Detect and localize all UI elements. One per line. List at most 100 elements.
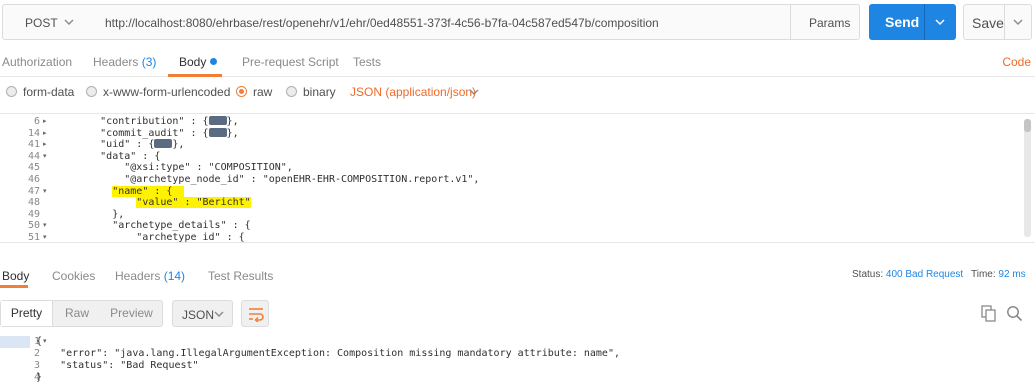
editor-line-number: 45 xyxy=(27,162,40,174)
pretty-button[interactable]: Pretty xyxy=(1,301,53,326)
chevron-down-icon[interactable] xyxy=(933,15,947,29)
editor-code-line: "@xsi:type" : "COMPOSITION", xyxy=(52,162,293,174)
wrap-lines-button[interactable] xyxy=(241,300,269,327)
request-tabs: Authorization Headers (3) Body Pre-reque… xyxy=(0,47,1035,77)
time-label: Time: xyxy=(971,269,996,280)
response-line-number: 2 xyxy=(33,348,40,359)
editor-code-line: "contribution" : {}, xyxy=(52,116,239,127)
scrollbar-thumb[interactable] xyxy=(1024,119,1031,132)
method-label: POST xyxy=(25,16,58,30)
response-code-line: "status": "Bad Request" xyxy=(36,360,199,371)
tab-cookies[interactable]: Cookies xyxy=(52,269,95,283)
fold-toggle-icon[interactable]: ▸ xyxy=(43,116,47,128)
fold-toggle-icon[interactable]: ▾ xyxy=(43,186,47,198)
editor-code-line: "archetype_id" : { xyxy=(52,232,245,243)
search-icon[interactable] xyxy=(1006,305,1023,322)
response-body-viewer[interactable]: 1 ▾{2 "error": "java.lang.IllegalArgument… xyxy=(0,336,1035,388)
time-value: 92 ms xyxy=(998,269,1026,280)
radio-circle-icon xyxy=(6,86,17,97)
response-code-line: "error": "java.lang.IllegalArgumentExcep… xyxy=(36,348,620,359)
response-format-select[interactable]: JSON xyxy=(172,300,233,327)
preview-button[interactable]: Preview xyxy=(101,301,162,326)
radio-form-data[interactable]: form-data xyxy=(6,85,74,99)
radio-circle-icon xyxy=(286,86,297,97)
radio-urlencoded[interactable]: x-www-form-urlencoded xyxy=(86,85,230,99)
wrap-lines-icon xyxy=(249,308,264,322)
body-mode-row: form-data x-www-form-urlencoded raw bina… xyxy=(0,82,1035,104)
editor-line-number: 46 xyxy=(27,174,40,185)
tab-pre-request-script[interactable]: Pre-request Script xyxy=(242,55,339,69)
code-link[interactable]: Code xyxy=(1002,55,1031,69)
raw-button[interactable]: Raw xyxy=(53,301,101,326)
editor-line-number: 41 xyxy=(27,139,40,151)
radio-binary-label: binary xyxy=(303,85,336,99)
radio-raw-label: raw xyxy=(253,85,273,99)
response-line-number: 1 xyxy=(33,336,40,347)
response-line-number: 4 xyxy=(33,372,40,383)
params-button[interactable]: Params xyxy=(790,4,860,40)
status-readout: Status: 400 Bad Request xyxy=(852,269,963,280)
radio-binary[interactable]: binary xyxy=(286,85,336,99)
url-input[interactable]: http://localhost:8080/ehrbase/rest/opene… xyxy=(94,4,791,40)
active-response-tab-indicator xyxy=(0,285,28,288)
editor-line-number: 48 xyxy=(27,197,40,209)
radio-raw[interactable]: raw xyxy=(236,85,272,99)
response-tabs: Body Cookies Headers (14) Test Results S… xyxy=(0,263,1035,288)
editor-line-number: 50 xyxy=(27,220,40,232)
fold-toggle-icon[interactable]: ▸ xyxy=(43,128,47,140)
tab-authorization[interactable]: Authorization xyxy=(2,55,72,69)
content-type-label: JSON (application/json) xyxy=(350,85,477,99)
fold-toggle-icon[interactable]: ▾ xyxy=(43,151,47,163)
tab-response-headers[interactable]: Headers (14) xyxy=(115,269,185,283)
highlighted-text: "value" : "Bericht" xyxy=(136,197,251,209)
response-headers-count: (14) xyxy=(163,269,186,283)
response-format-label: JSON xyxy=(182,308,215,322)
status-value: 400 Bad Request xyxy=(885,269,964,280)
fold-toggle-icon[interactable]: ▾ xyxy=(43,220,47,232)
save-divider xyxy=(1004,5,1005,39)
editor-code-line: "commit_audit" : {}, xyxy=(52,127,239,139)
send-label: Send xyxy=(885,14,920,30)
fold-toggle-icon[interactable]: ▾ xyxy=(43,232,47,242)
editor-code-line: "name" : { xyxy=(52,185,185,198)
response-code-line: { xyxy=(36,336,43,347)
editor-line-number: 14 xyxy=(27,127,40,139)
content-type-select[interactable]: JSON (application/json) xyxy=(350,85,479,99)
radio-circle-icon xyxy=(86,86,97,97)
tab-headers[interactable]: Headers (3) xyxy=(93,55,156,69)
editor-scrollbar[interactable] xyxy=(1024,119,1031,237)
chevron-down-icon xyxy=(214,311,224,317)
collapsed-block-icon[interactable] xyxy=(154,139,173,149)
save-label: Save xyxy=(972,15,1004,31)
active-tab-indicator xyxy=(168,74,222,77)
collapsed-block-icon[interactable] xyxy=(208,127,227,137)
editor-line-number: 44 xyxy=(27,150,40,162)
fold-toggle-icon[interactable]: ▾ xyxy=(43,336,47,348)
fold-toggle-icon[interactable]: ▸ xyxy=(43,139,47,151)
radio-urlencoded-label: x-www-form-urlencoded xyxy=(103,85,231,99)
editor-code-line: "data" : { xyxy=(52,150,161,162)
collapsed-block-icon[interactable] xyxy=(208,116,227,125)
editor-code-line: "@archetype_node_id" : "openEHR-EHR-COMP… xyxy=(52,174,480,185)
method-select[interactable]: POST xyxy=(2,4,95,40)
save-button[interactable]: Save xyxy=(963,4,1032,40)
request-body-editor[interactable]: 6 ▸ "contribution" : {}, 14 ▸ "commit_audit… xyxy=(0,113,1035,243)
tab-response-headers-label: Headers xyxy=(115,269,161,283)
send-button[interactable]: Send xyxy=(869,4,956,40)
tab-response-body[interactable]: Body xyxy=(2,269,29,283)
tab-tests[interactable]: Tests xyxy=(353,55,381,69)
response-line-number: 3 xyxy=(33,360,40,371)
chevron-down-icon xyxy=(469,89,479,95)
response-code-line: } xyxy=(36,372,43,383)
tab-headers-label: Headers xyxy=(93,55,139,69)
chevron-down-icon[interactable] xyxy=(1012,16,1024,28)
status-label: Status: xyxy=(852,269,884,280)
editor-code-line: }, xyxy=(52,208,125,220)
time-readout: Time: 92 ms xyxy=(971,269,1026,280)
copy-icon[interactable] xyxy=(981,305,997,322)
editor-line-number: 47 xyxy=(27,185,40,197)
send-divider xyxy=(924,4,925,40)
tab-body[interactable]: Body xyxy=(179,55,218,69)
tab-test-results[interactable]: Test Results xyxy=(208,269,273,283)
chevron-down-icon xyxy=(64,19,74,25)
